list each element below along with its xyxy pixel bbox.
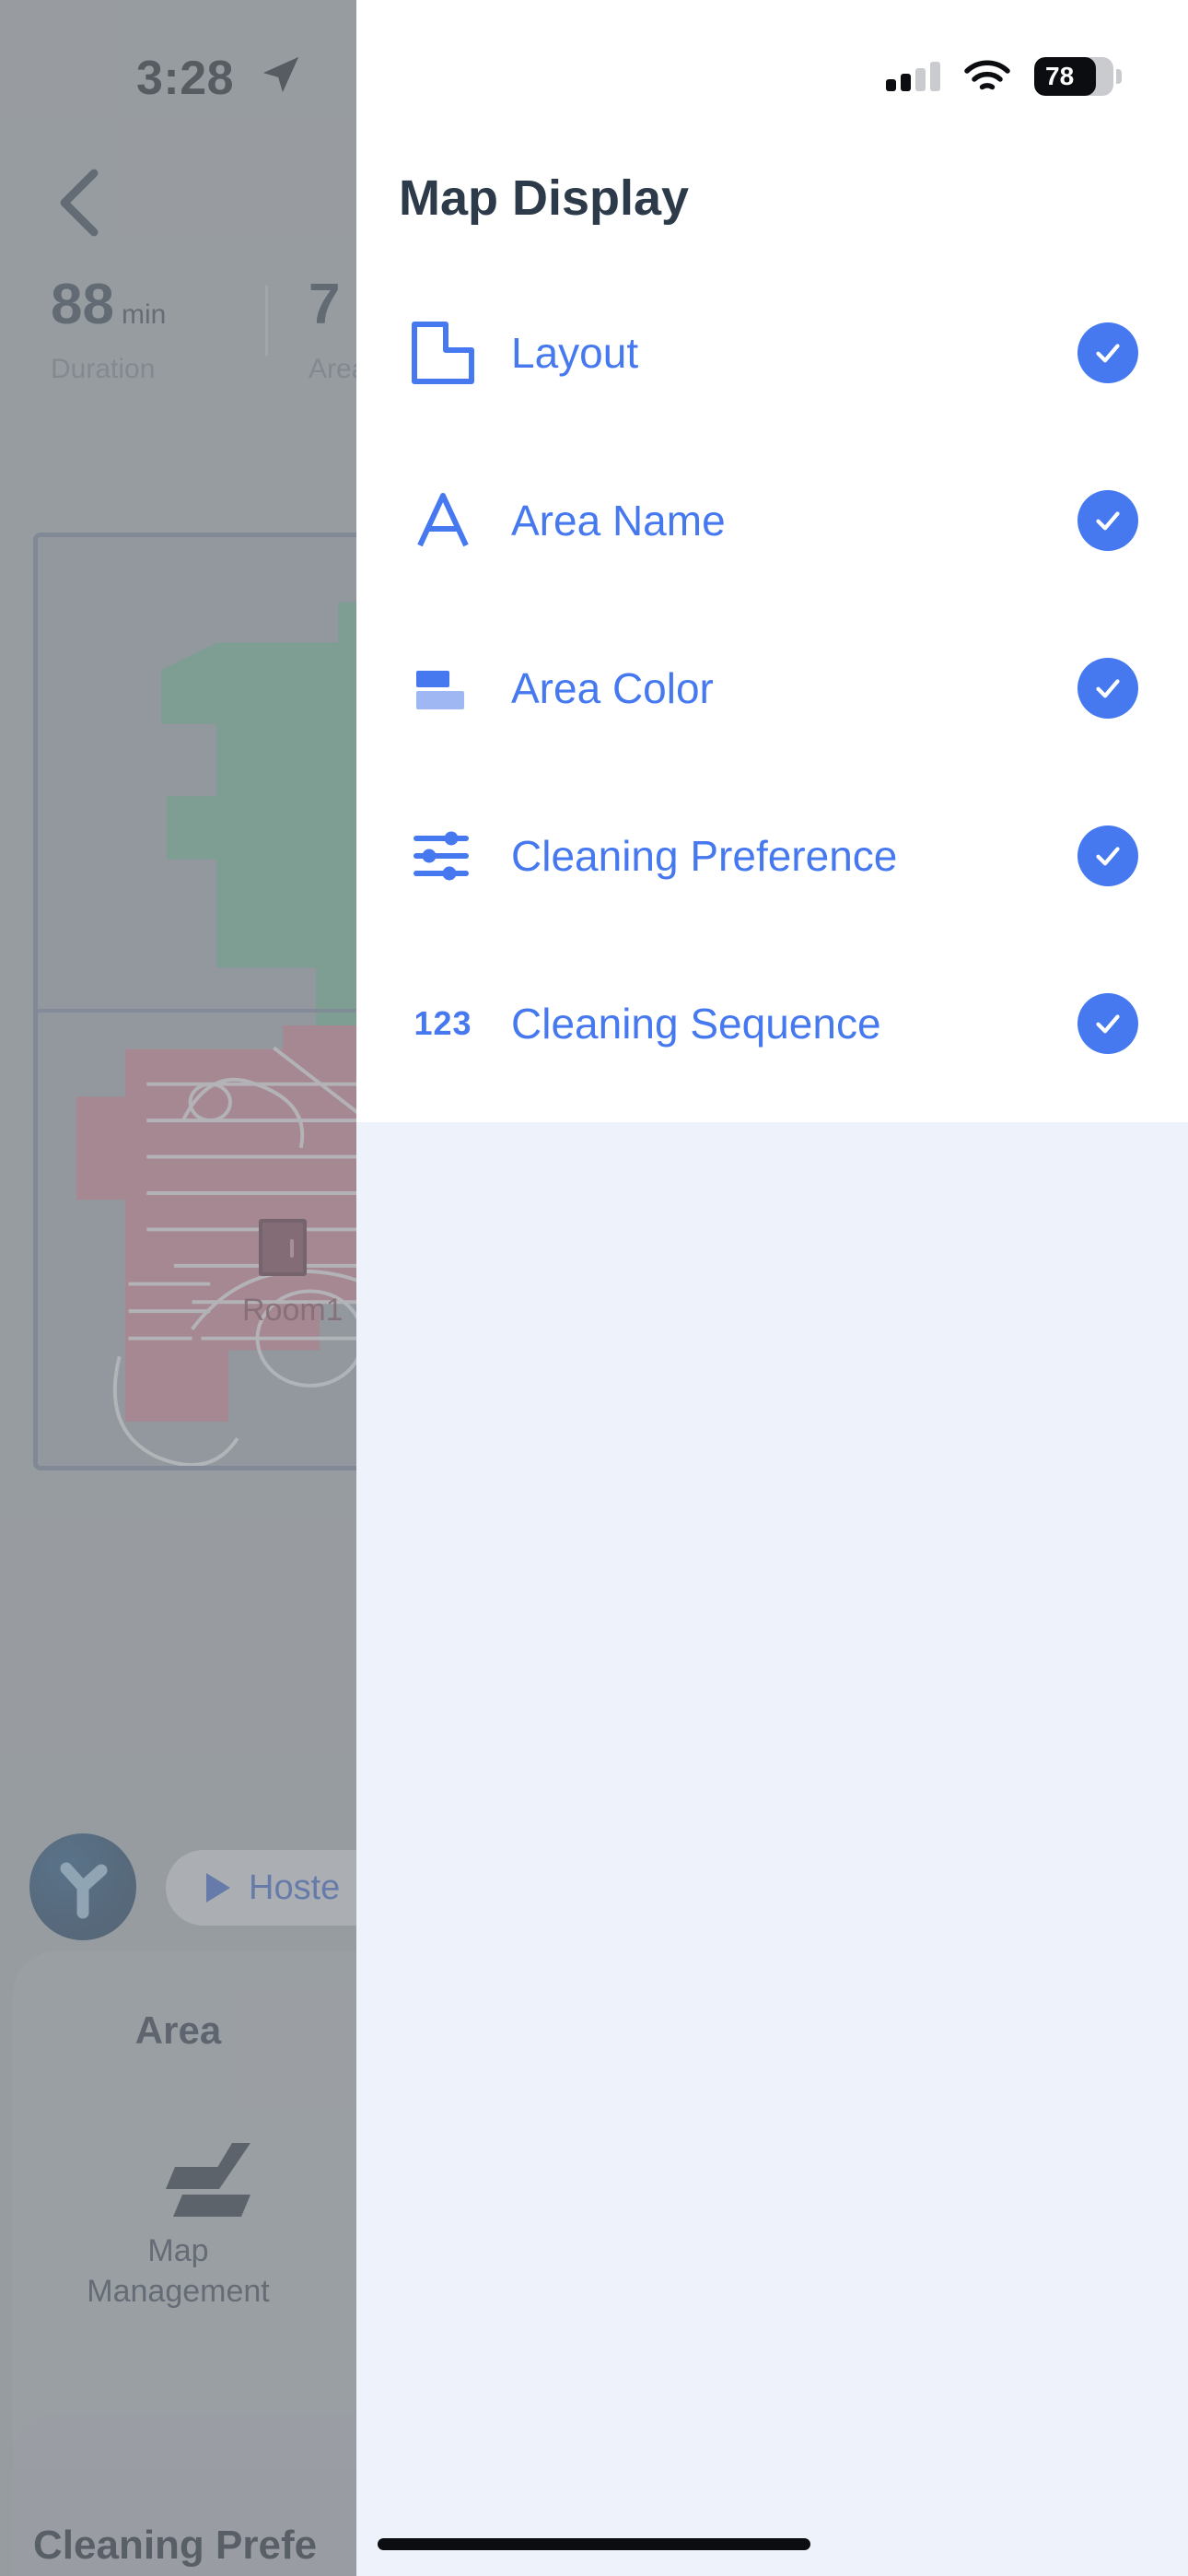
option-row-cleaning-preference[interactable]: Cleaning Preference [356, 807, 1188, 905]
option-label-cleaning-sequence: Cleaning Sequence [511, 1000, 881, 1048]
123-icon-text: 123 [413, 1004, 472, 1042]
battery-icon: 78 [1034, 57, 1122, 96]
letter-a-icon [399, 486, 487, 555]
checkmark-icon-cleaning-preference[interactable] [1077, 825, 1138, 886]
checkmark-icon-layout[interactable] [1077, 322, 1138, 383]
option-row-area-color[interactable]: Area Color [356, 639, 1188, 737]
wifi-icon [964, 60, 1010, 90]
map-display-card: 78 Map Display Layout Area Name Area Col… [356, 0, 1188, 1122]
option-row-layout[interactable]: Layout [356, 304, 1188, 402]
battery-nub [1116, 69, 1122, 84]
color-swatch-icon [399, 654, 487, 722]
checkmark-icon-cleaning-sequence[interactable] [1077, 993, 1138, 1054]
123-icon: 123 [399, 1004, 487, 1043]
home-indicator-bar[interactable] [378, 2538, 810, 2550]
option-label-layout: Layout [511, 329, 639, 377]
checkmark-icon-area-name[interactable] [1077, 490, 1138, 551]
checkmark-icon-area-color[interactable] [1077, 658, 1138, 719]
option-label-area-name: Area Name [511, 497, 726, 544]
option-row-area-name[interactable]: Area Name [356, 472, 1188, 569]
option-row-cleaning-sequence[interactable]: 123 Cleaning Sequence [356, 975, 1188, 1072]
sliders-icon [399, 822, 487, 890]
page-title: Map Display [399, 170, 690, 226]
map-display-options-list: Layout Area Name Area Color Cleaning Pre… [356, 304, 1188, 1142]
option-label-area-color: Area Color [511, 664, 714, 712]
map-display-panel: 78 Map Display Layout Area Name Area Col… [356, 0, 1188, 2576]
status-bar-indicators: 78 [886, 57, 1122, 96]
option-label-cleaning-preference: Cleaning Preference [511, 832, 898, 880]
floorplan-icon [399, 319, 487, 387]
cellular-signal-icon [886, 62, 940, 91]
battery-percent: 78 [1045, 62, 1075, 90]
